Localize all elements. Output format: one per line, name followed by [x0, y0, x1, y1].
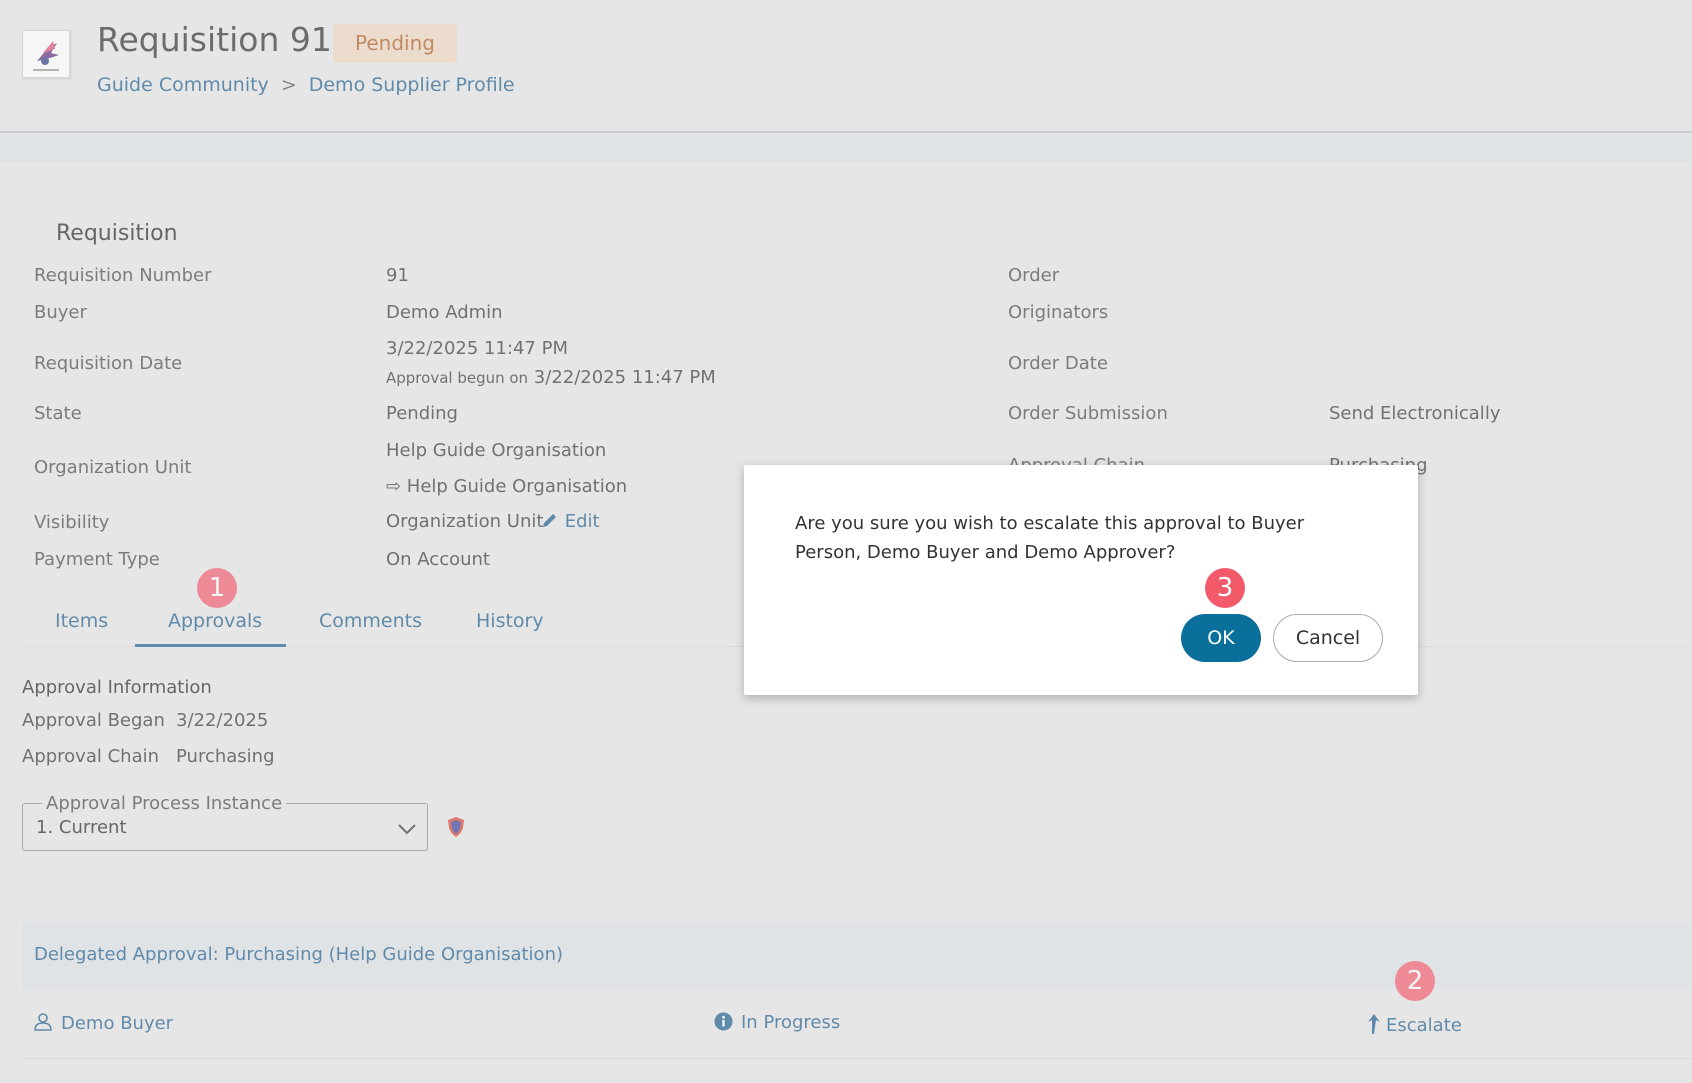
- cancel-button[interactable]: Cancel: [1273, 614, 1383, 662]
- dialog-message: Are you sure you wish to escalate this a…: [795, 513, 1305, 563]
- step-marker-3: 3: [1205, 568, 1245, 608]
- ok-button[interactable]: OK: [1181, 614, 1261, 662]
